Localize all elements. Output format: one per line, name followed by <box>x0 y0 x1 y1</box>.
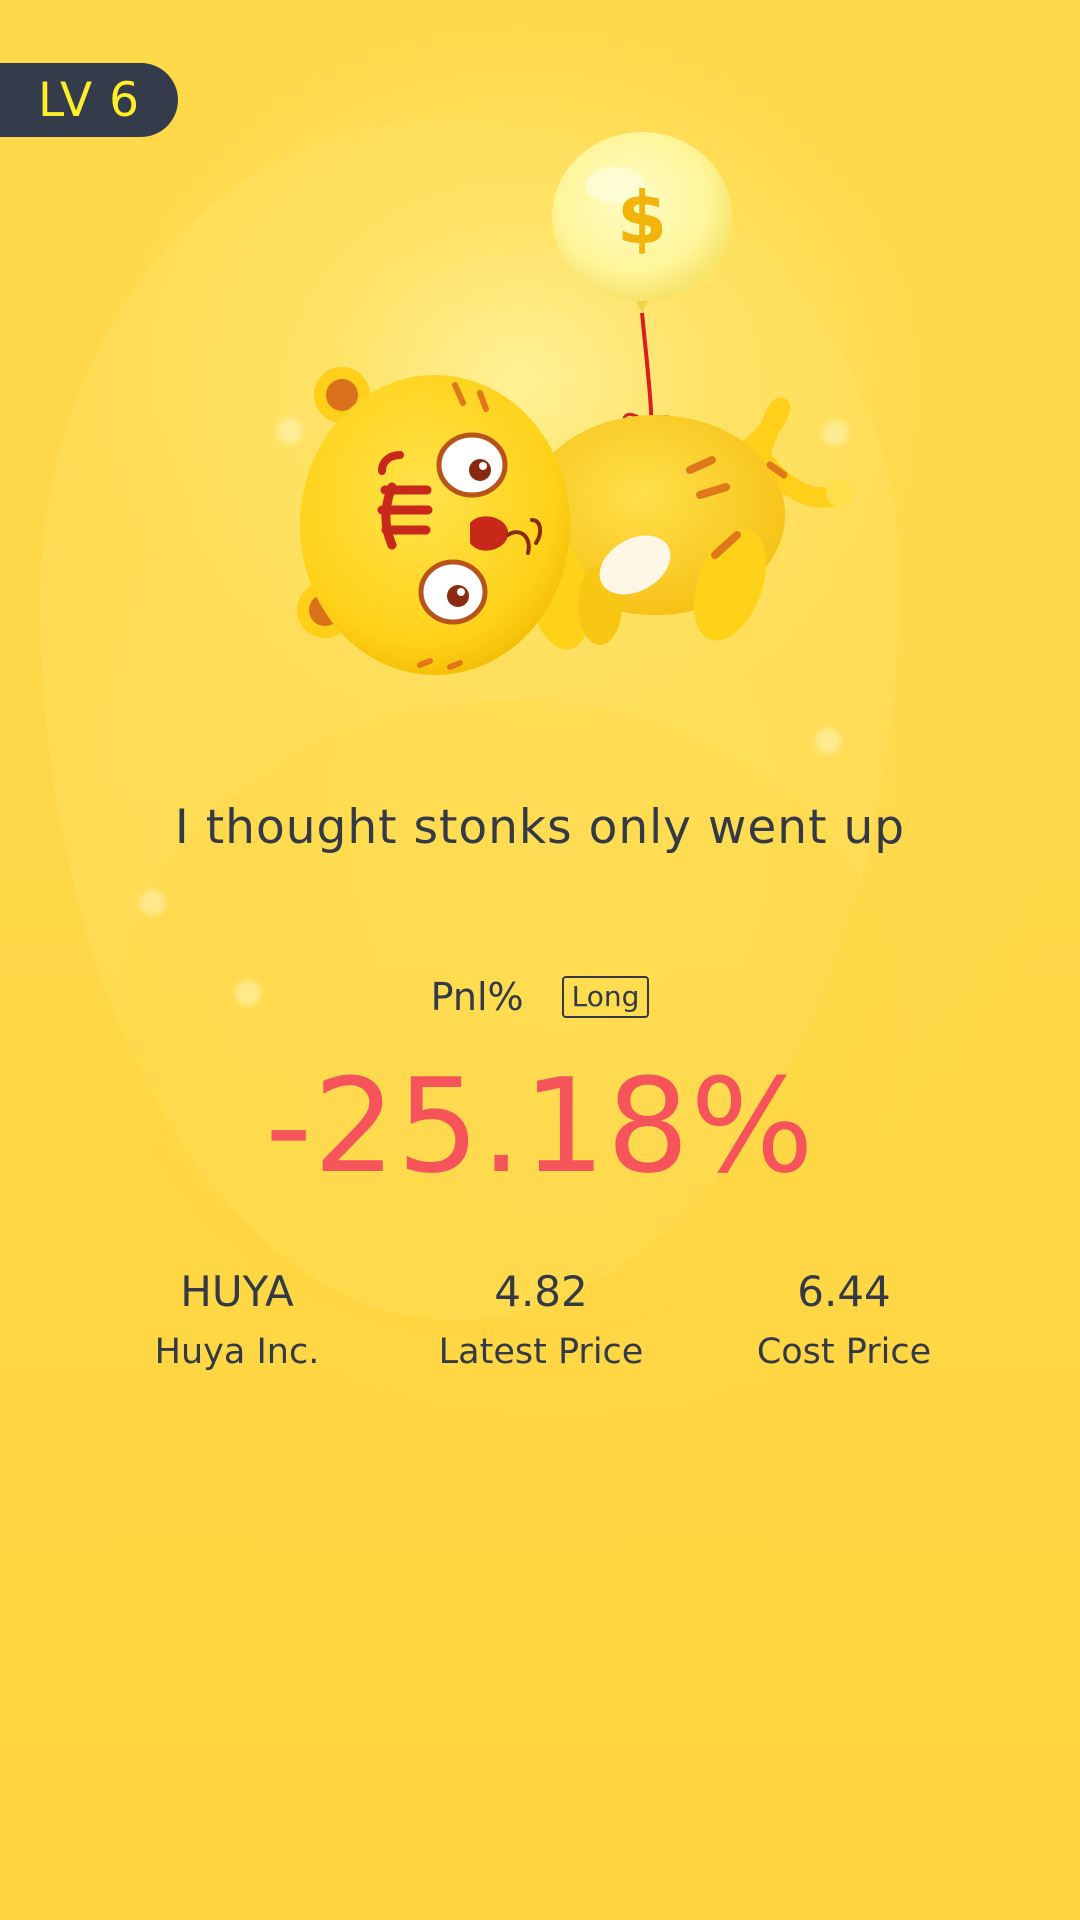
latest-price-label: Latest Price <box>438 1332 644 1372</box>
stat-latest-price: 4.82 Latest Price <box>381 1262 701 1372</box>
pnl-percentage: -25.18% <box>265 1050 815 1202</box>
background-blob <box>120 700 900 1340</box>
position-direction-tag: Long <box>561 976 650 1018</box>
tiger-with-dollar-balloon-icon: $ <box>270 125 860 685</box>
sparkle-dot <box>140 890 166 916</box>
sparkle-dot <box>815 728 841 754</box>
position-stats: HUYA Huya Inc. 4.82 Latest Price 6.44 Co… <box>0 1262 1080 1402</box>
latest-price-value: 4.82 <box>494 1267 588 1316</box>
pnl-header: Pnl% Long <box>0 975 1080 1019</box>
stat-cost-price: 6.44 Cost Price <box>684 1262 1004 1372</box>
svg-text:$: $ <box>617 176 667 260</box>
cost-price-label: Cost Price <box>756 1332 932 1372</box>
stock-symbol: HUYA <box>180 1267 294 1316</box>
stat-symbol: HUYA Huya Inc. <box>77 1262 397 1372</box>
stock-name: Huya Inc. <box>154 1332 320 1372</box>
pnl-label: Pnl% <box>430 975 524 1019</box>
cost-price-value: 6.44 <box>797 1267 891 1316</box>
headline: I thought stonks only went up <box>174 800 906 855</box>
level-badge: LV 6 <box>0 63 178 137</box>
level-label: LV 6 <box>37 72 141 128</box>
